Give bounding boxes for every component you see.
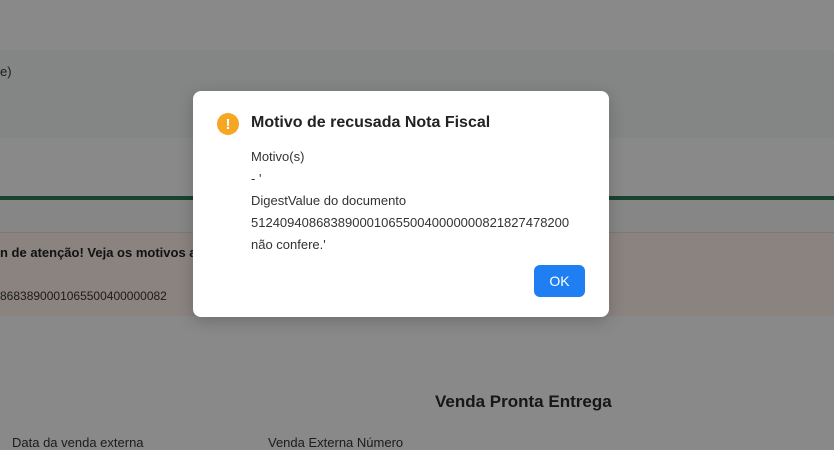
ok-button[interactable]: OK (534, 265, 585, 297)
body-line: Motivo(s) (251, 149, 305, 164)
refusal-dialog: ! Motivo de recusada Nota Fiscal Motivo(… (193, 91, 609, 317)
body-line: - ' (251, 171, 262, 186)
dialog-title: Motivo de recusada Nota Fiscal (251, 114, 491, 131)
body-line: não confere.' (251, 237, 326, 252)
dialog-body: Motivo(s) - ' DigestValue do documento 5… (251, 146, 591, 256)
warning-icon: ! (217, 113, 239, 135)
body-line: 5124094086838900010655004000000082182747… (251, 215, 570, 230)
body-line: DigestValue do documento (251, 193, 407, 208)
